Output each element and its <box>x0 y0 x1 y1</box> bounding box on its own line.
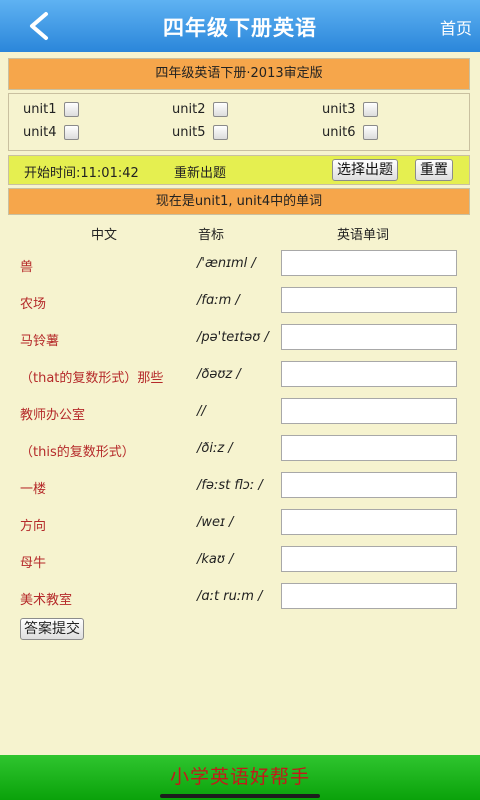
app-header: 四年级下册英语 首页 <box>0 0 480 52</box>
question-row: 方向 /weɪ / <box>0 508 480 538</box>
phonetic: /pə'teɪtəʊ / <box>197 330 269 345</box>
question-row: 美术教室 /ɑːt ruːm / <box>0 582 480 612</box>
chinese-meaning: 美术教室 <box>20 593 73 608</box>
unit-label: unit2 <box>172 102 206 117</box>
unit-checkbox[interactable] <box>363 125 379 140</box>
question-row: 马铃薯 /pə'teɪtəʊ / <box>0 323 480 353</box>
unit-label: unit5 <box>172 125 206 140</box>
select-questions-button[interactable]: 选择出题 <box>332 159 398 181</box>
answer-input[interactable] <box>281 324 457 350</box>
regenerate-link[interactable]: 重新出题 <box>174 162 226 181</box>
submit-answers-button[interactable]: 答案提交 <box>20 618 84 640</box>
unit-option-3[interactable]: unit3 <box>322 102 379 117</box>
page-title: 四年级下册英语 <box>163 16 317 40</box>
question-row: 农场 /fɑːm / <box>0 286 480 316</box>
answer-input[interactable] <box>281 509 457 535</box>
column-header-phonetic: 音标 <box>198 228 225 243</box>
chinese-meaning: 教师办公室 <box>20 408 86 423</box>
answer-input[interactable] <box>281 398 457 424</box>
unit-label: unit3 <box>322 102 356 117</box>
question-row: 母牛 /kaʊ / <box>0 545 480 575</box>
unit-option-5[interactable]: unit5 <box>172 125 229 140</box>
phonetic: /fɑːm / <box>197 293 240 308</box>
current-units-label: 现在是unit1, unit4中的单词 <box>8 188 470 215</box>
chinese-meaning: 方向 <box>20 519 47 534</box>
answer-input[interactable] <box>281 472 457 498</box>
unit-label: unit6 <box>322 125 356 140</box>
unit-label: unit4 <box>23 125 57 140</box>
question-row: 兽 /'ænɪml / <box>0 249 480 279</box>
question-row: （that的复数形式）那些 /ðəʊz / <box>0 360 480 390</box>
unit-option-6[interactable]: unit6 <box>322 125 379 140</box>
phonetic: /fəːst flɔː / <box>197 478 263 493</box>
unit-label: unit1 <box>23 102 57 117</box>
answer-input[interactable] <box>281 435 457 461</box>
unit-option-2[interactable]: unit2 <box>172 102 229 117</box>
answer-input[interactable] <box>281 250 457 276</box>
unit-option-4[interactable]: unit4 <box>23 125 80 140</box>
phonetic: /ðiːz / <box>197 441 233 456</box>
answer-input[interactable] <box>281 583 457 609</box>
footer-text: 小学英语好帮手 <box>169 766 310 788</box>
chinese-meaning: 马铃薯 <box>20 334 60 349</box>
answer-input[interactable] <box>281 361 457 387</box>
column-header-english: 英语单词 <box>337 228 390 243</box>
chinese-meaning: 母牛 <box>20 556 47 571</box>
phonetic: /ðəʊz / <box>197 367 241 382</box>
unit-option-1[interactable]: unit1 <box>23 102 80 117</box>
chinese-meaning: 一楼 <box>20 482 47 497</box>
unit-checkbox[interactable] <box>64 102 80 117</box>
reset-button[interactable]: 重置 <box>415 159 453 181</box>
chinese-meaning: （this的复数形式） <box>20 445 135 460</box>
answer-input[interactable] <box>281 546 457 572</box>
unit-checkbox[interactable] <box>363 102 379 117</box>
answer-input[interactable] <box>281 287 457 313</box>
unit-checkbox[interactable] <box>213 102 229 117</box>
chinese-meaning: （that的复数形式）那些 <box>20 371 164 386</box>
start-time: 开始时间:11:01:42 <box>24 166 139 181</box>
home-indicator[interactable] <box>160 794 320 798</box>
question-row: 教师办公室 // <box>0 397 480 427</box>
status-bar: 开始时间:11:01:42 重新出题 选择出题 重置 <box>8 155 470 185</box>
unit-checkbox[interactable] <box>213 125 229 140</box>
phonetic: /weɪ / <box>197 515 234 530</box>
version-label: 四年级英语下册·2013审定版 <box>8 58 470 90</box>
phonetic: /kaʊ / <box>197 552 234 567</box>
phonetic: // <box>197 404 206 419</box>
question-row: 一楼 /fəːst flɔː / <box>0 471 480 501</box>
phonetic: /ɑːt ruːm / <box>197 589 263 604</box>
question-row: （this的复数形式） /ðiːz / <box>0 434 480 464</box>
column-header-chinese: 中文 <box>91 228 118 243</box>
unit-checkbox[interactable] <box>64 125 80 140</box>
unit-selector: unit1 unit2 unit3 unit4 unit5 unit6 <box>8 93 470 151</box>
chinese-meaning: 农场 <box>20 297 47 312</box>
phonetic: /'ænɪml / <box>197 256 256 271</box>
home-link[interactable]: 首页 <box>440 15 472 39</box>
chinese-meaning: 兽 <box>20 260 34 275</box>
